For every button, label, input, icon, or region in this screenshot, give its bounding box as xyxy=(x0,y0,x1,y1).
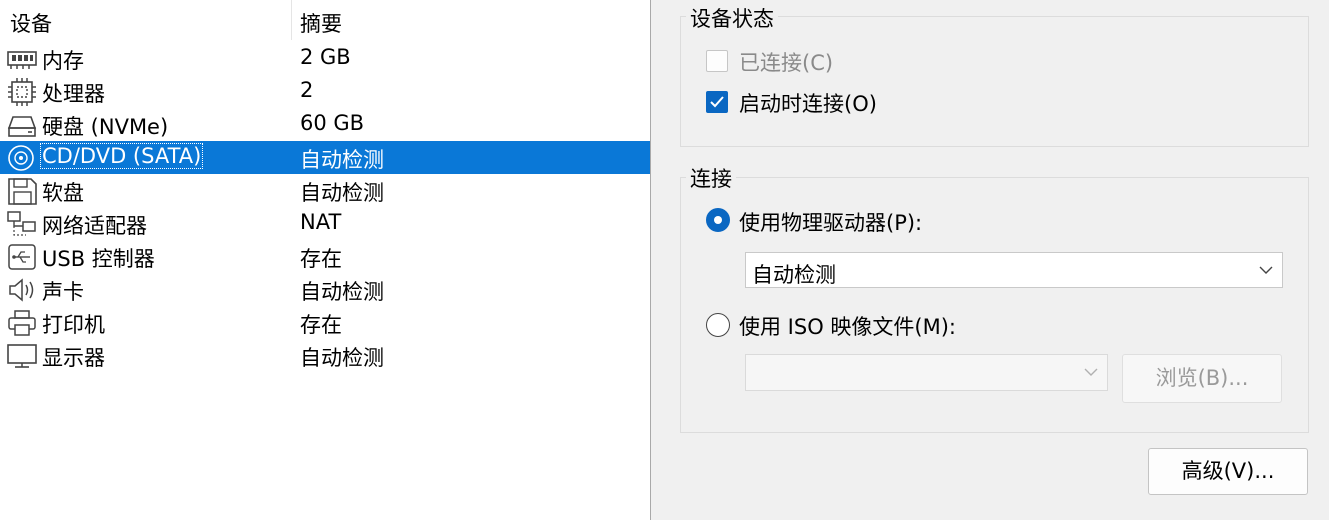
use-physical-drive-label: 使用物理驱动器(P): xyxy=(739,211,923,235)
advanced-button-label: 高级(V)... xyxy=(1181,459,1275,483)
device-summary: 自动检测 xyxy=(300,280,384,304)
monitor-icon xyxy=(7,344,37,368)
physical-drive-select[interactable]: 自动检测 xyxy=(745,252,1283,288)
device-name: 网络适配器 xyxy=(42,214,147,238)
device-name: 处理器 xyxy=(42,82,105,106)
speaker-icon xyxy=(9,278,34,302)
device-summary: 存在 xyxy=(300,313,342,337)
device-row-cd-dvd[interactable]: CD/DVD (SATA) 自动检测 xyxy=(0,141,650,174)
floppy-icon xyxy=(8,178,37,205)
device-name: 内存 xyxy=(42,49,84,73)
device-row-memory[interactable]: 内存 2 GB xyxy=(0,42,650,75)
usb-icon xyxy=(8,244,36,270)
use-physical-drive-radio[interactable] xyxy=(706,208,730,232)
device-row-floppy[interactable]: 软盘 自动检测 xyxy=(0,174,650,207)
device-summary: 自动检测 xyxy=(300,346,384,370)
hard-disk-icon xyxy=(7,116,37,137)
device-summary: 2 GB xyxy=(300,45,351,69)
memory-icon xyxy=(7,51,37,69)
printer-icon xyxy=(8,310,36,336)
device-status-title: 设备状态 xyxy=(686,3,778,33)
device-name: CD/DVD (SATA) xyxy=(40,143,204,169)
device-row-sound-card[interactable]: 声卡 自动检测 xyxy=(0,273,650,306)
device-summary: 2 xyxy=(300,78,314,102)
device-name: 声卡 xyxy=(42,280,84,304)
device-name: 打印机 xyxy=(42,313,105,337)
use-iso-image-radio[interactable] xyxy=(706,313,730,337)
device-name: 硬盘 (NVMe) xyxy=(42,115,169,139)
cd-dvd-icon xyxy=(8,145,34,171)
physical-drive-value: 自动检测 xyxy=(752,263,836,287)
device-summary: 存在 xyxy=(300,247,342,271)
device-summary: NAT xyxy=(300,210,342,234)
list-header: 设备 摘要 xyxy=(0,0,650,40)
column-header-summary[interactable]: 摘要 xyxy=(300,8,342,38)
processor-icon xyxy=(8,78,36,106)
device-summary: 60 GB xyxy=(300,111,365,135)
connected-label: 已连接(C) xyxy=(739,51,834,75)
use-iso-image-label: 使用 ISO 映像文件(M): xyxy=(739,315,956,339)
network-adapter-icon xyxy=(7,211,36,236)
browse-button-label: 浏览(B)... xyxy=(1155,366,1249,390)
column-separator[interactable] xyxy=(291,0,292,40)
device-row-processor[interactable]: 处理器 2 xyxy=(0,75,650,108)
connection-title: 连接 xyxy=(686,163,736,193)
device-list[interactable]: 设备 摘要 内存 2 GB 处理器 2 硬盘 (NVMe) 60 GB CD/D… xyxy=(0,0,651,520)
device-row-printer[interactable]: 打印机 存在 xyxy=(0,306,650,339)
iso-image-path-select[interactable] xyxy=(745,354,1108,391)
device-row-usb-controller[interactable]: USB 控制器 存在 xyxy=(0,240,650,273)
device-summary: 自动检测 xyxy=(300,148,384,172)
device-row-network-adapter[interactable]: 网络适配器 NAT xyxy=(0,207,650,240)
device-name: 软盘 xyxy=(42,181,84,205)
device-row-hard-disk[interactable]: 硬盘 (NVMe) 60 GB xyxy=(0,108,650,141)
browse-button[interactable]: 浏览(B)... xyxy=(1122,354,1282,403)
connected-checkbox[interactable] xyxy=(706,50,728,72)
chevron-down-icon xyxy=(1084,368,1098,376)
connect-at-power-on-checkbox[interactable] xyxy=(706,91,728,113)
device-status-group xyxy=(680,16,1309,147)
device-row-display[interactable]: 显示器 自动检测 xyxy=(0,339,650,372)
checkmark-icon xyxy=(710,96,724,108)
device-summary: 自动检测 xyxy=(300,181,384,205)
advanced-button[interactable]: 高级(V)... xyxy=(1148,448,1308,495)
column-header-device[interactable]: 设备 xyxy=(10,8,52,38)
connect-at-power-on-label: 启动时连接(O) xyxy=(739,92,877,116)
chevron-down-icon xyxy=(1259,266,1273,274)
device-name: USB 控制器 xyxy=(42,247,155,271)
device-name: 显示器 xyxy=(42,346,105,370)
